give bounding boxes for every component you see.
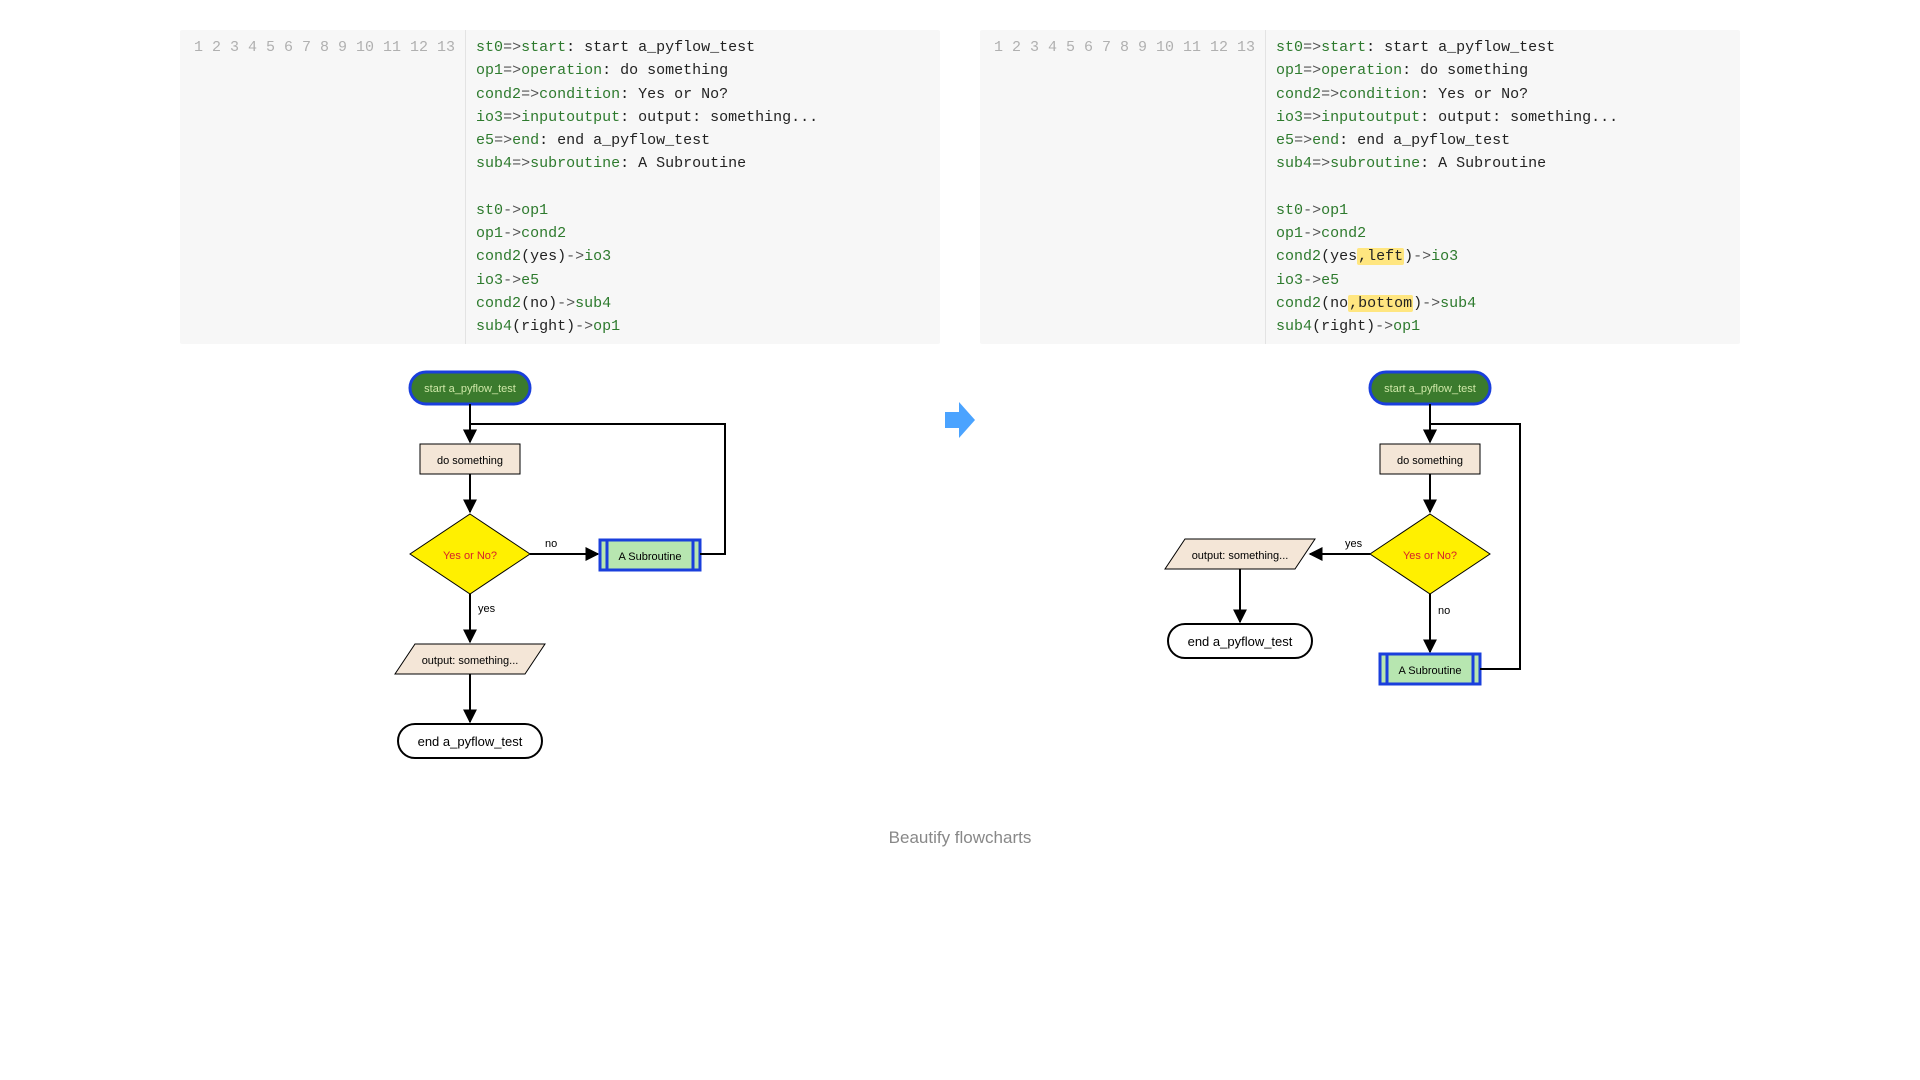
right-column: 1 2 3 4 5 6 7 8 9 10 11 12 13 st0=>start… (980, 30, 1740, 764)
left-column: 1 2 3 4 5 6 7 8 9 10 11 12 13 st0=>start… (180, 30, 940, 804)
figure-caption: Beautify flowcharts (180, 828, 1740, 848)
end-label: end a_pyflow_test (1188, 634, 1293, 649)
yes-label: yes (1345, 538, 1363, 550)
transition-arrow-icon (943, 400, 977, 445)
flowchart-svg: start a_pyflow_test do something Yes or … (380, 364, 740, 804)
operation-label: do something (437, 455, 503, 467)
left-flowchart: start a_pyflow_test do something Yes or … (180, 364, 940, 804)
comparison-columns: 1 2 3 4 5 6 7 8 9 10 11 12 13 st0=>start… (180, 30, 1740, 804)
left-code-block: 1 2 3 4 5 6 7 8 9 10 11 12 13 st0=>start… (180, 30, 940, 344)
code-body: st0=>start: start a_pyflow_test op1=>ope… (1266, 30, 1632, 344)
end-label: end a_pyflow_test (418, 734, 523, 749)
subroutine-label: A Subroutine (1399, 665, 1462, 677)
right-code-block: 1 2 3 4 5 6 7 8 9 10 11 12 13 st0=>start… (980, 30, 1740, 344)
yes-label: yes (478, 603, 496, 615)
io-label: output: something... (422, 655, 519, 667)
start-label: start a_pyflow_test (424, 383, 516, 395)
no-label: no (1438, 605, 1450, 617)
operation-label: do something (1397, 455, 1463, 467)
subroutine-label: A Subroutine (619, 551, 682, 563)
condition-label: Yes or No? (443, 550, 497, 562)
code-gutter: 1 2 3 4 5 6 7 8 9 10 11 12 13 (980, 30, 1266, 344)
no-label: no (545, 538, 557, 550)
flowchart-svg: start a_pyflow_test do something Yes or … (1155, 364, 1565, 764)
io-label: output: something... (1192, 550, 1289, 562)
code-gutter: 1 2 3 4 5 6 7 8 9 10 11 12 13 (180, 30, 466, 344)
right-flowchart: start a_pyflow_test do something Yes or … (980, 364, 1740, 764)
start-label: start a_pyflow_test (1384, 383, 1476, 395)
code-body: st0=>start: start a_pyflow_test op1=>ope… (466, 30, 832, 344)
condition-label: Yes or No? (1403, 550, 1457, 562)
